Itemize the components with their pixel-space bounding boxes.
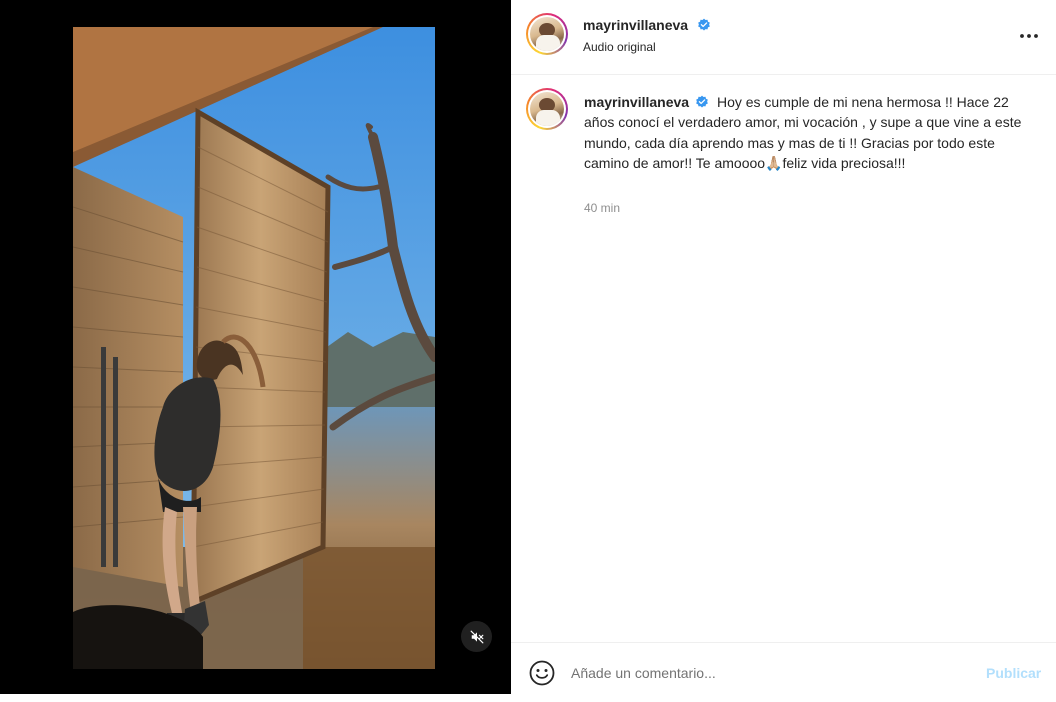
post-panel: mayrinvillaneva Audio original mayrinvil… (511, 0, 1056, 694)
emoji-picker-button[interactable] (529, 660, 555, 686)
audio-label[interactable]: Audio original (583, 40, 711, 54)
post-header: mayrinvillaneva Audio original (511, 0, 1056, 75)
post-caption: mayrinvillaneva Hoy es cumple de mi nena… (584, 92, 1024, 174)
post-media (0, 0, 511, 694)
comment-bar: Publicar (511, 642, 1056, 702)
more-options-button[interactable] (1017, 24, 1041, 48)
author-username[interactable]: mayrinvillaneva (583, 17, 688, 33)
author-avatar[interactable] (526, 13, 568, 55)
muted-speaker-icon (470, 630, 483, 643)
comment-input[interactable] (571, 660, 971, 686)
verified-badge-icon (696, 95, 708, 108)
verified-badge-icon (697, 18, 710, 31)
more-options-icon (1020, 34, 1038, 38)
author-info: mayrinvillaneva Audio original (583, 17, 711, 54)
caption-author-avatar[interactable] (526, 88, 568, 130)
caption-username[interactable]: mayrinvillaneva (584, 94, 689, 110)
post-video[interactable] (73, 27, 435, 669)
video-frame (73, 27, 435, 669)
emoji-icon (529, 660, 555, 686)
post-timestamp[interactable]: 40 min (584, 201, 620, 215)
publish-button[interactable]: Publicar (986, 665, 1041, 681)
mute-toggle-button[interactable] (461, 621, 492, 652)
